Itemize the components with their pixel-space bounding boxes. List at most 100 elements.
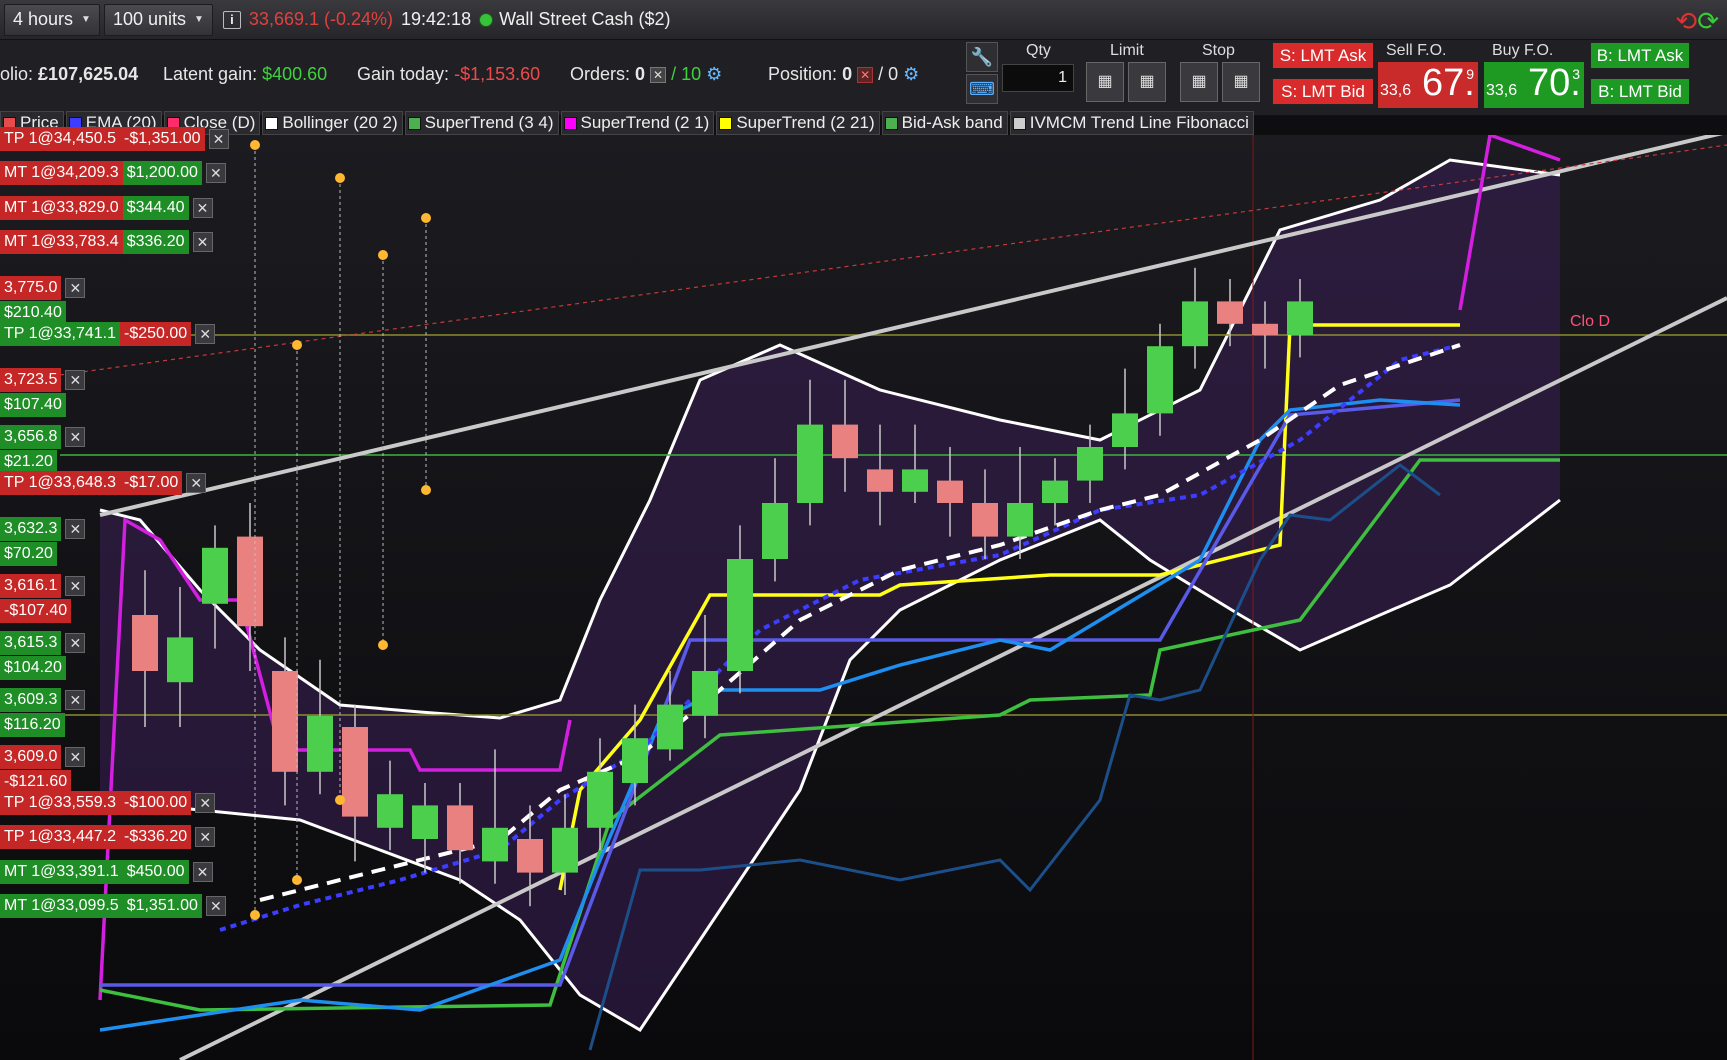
wrench-icon[interactable]: 🔧 — [966, 42, 998, 72]
order-tag[interactable]: TP 1@33,447.2 -$336.20 ✕ — [0, 825, 216, 849]
order-dot — [335, 795, 345, 805]
refresh-icon[interactable]: ⟲⟳ — [1675, 6, 1719, 37]
cancel-order-icon[interactable]: ✕ — [65, 633, 86, 653]
order-tag[interactable]: TP 1@34,450.5 -$1,351.00 ✕ — [0, 127, 229, 151]
orders-settings-icon[interactable]: ⚙ — [706, 64, 722, 84]
cancel-order-icon[interactable]: ✕ — [195, 324, 216, 344]
legend-item[interactable]: SuperTrend (2 1) — [560, 111, 715, 135]
stop-sell-button[interactable]: ▦ — [1180, 62, 1218, 102]
order-tag[interactable]: 3,656.8 ✕ — [0, 425, 86, 449]
cancel-order-icon[interactable]: ✕ — [208, 129, 229, 149]
legend-swatch — [1012, 116, 1026, 130]
cancel-order-icon[interactable]: ✕ — [192, 232, 213, 252]
legend-item[interactable]: SuperTrend (2 21) — [716, 111, 880, 135]
limit-buy-button[interactable]: ▦ — [1128, 62, 1166, 102]
qty-input[interactable] — [1002, 64, 1074, 92]
order-tag[interactable]: 3,609.0 ✕ — [0, 745, 86, 769]
order-tag[interactable]: 3,775.0 ✕ — [0, 276, 86, 300]
order-tag[interactable]: TP 1@33,741.1 -$250.00 ✕ — [0, 322, 216, 346]
order-tag[interactable]: 3,723.5 ✕ — [0, 368, 86, 392]
cancel-order-icon[interactable]: ✕ — [65, 747, 86, 767]
order-tag-label: TP 1@34,450.5 — [0, 127, 121, 151]
order-tag[interactable]: 3,615.3 ✕ — [0, 631, 86, 655]
candle-body — [587, 771, 613, 828]
limit-label: Limit — [1110, 42, 1144, 59]
orders-label: Orders: — [570, 64, 631, 84]
order-tag[interactable]: MT 1@33,783.4 $336.20 ✕ — [0, 230, 213, 254]
stop-label: Stop — [1202, 42, 1235, 59]
cancel-order-icon[interactable]: ✕ — [205, 896, 226, 916]
candle-body — [377, 794, 403, 828]
order-tag[interactable]: MT 1@33,099.5 $1,351.00 ✕ — [0, 894, 226, 918]
legend-item[interactable]: IVMCM Trend Line Fibonacci — [1009, 111, 1254, 135]
cancel-order-icon[interactable]: ✕ — [205, 163, 226, 183]
order-tag-label: TP 1@33,741.1 — [0, 322, 121, 346]
cancel-order-icon[interactable]: ✕ — [65, 427, 86, 447]
order-tag-label: 3,723.5 — [0, 368, 62, 392]
candle-body — [552, 827, 578, 873]
order-tag[interactable]: 3,609.3 ✕ — [0, 688, 86, 712]
cancel-order-icon[interactable]: ✕ — [65, 278, 86, 298]
keyboard-icon[interactable]: ⌨ — [966, 74, 998, 104]
sell-limit-ask-button[interactable]: S: LMT Ask — [1272, 42, 1374, 69]
buy-limit-bid-button[interactable]: B: LMT Bid — [1590, 78, 1690, 105]
timeframe-dropdown[interactable]: 4 hours ▼ — [4, 3, 100, 36]
order-tag-pl: $1,351.00 — [122, 894, 202, 918]
order-tag[interactable]: 3,616.1 ✕ — [0, 574, 86, 598]
legend-swatch — [563, 116, 577, 130]
stop-buy-button[interactable]: ▦ — [1222, 62, 1260, 102]
orders-total: / 10 — [671, 64, 702, 84]
buy-price-pip: 3 — [1572, 66, 1580, 82]
cancel-order-icon[interactable]: ✕ — [65, 519, 86, 539]
close-position-icon[interactable]: ✕ — [857, 67, 874, 84]
position-settings-icon[interactable]: ⚙ — [903, 64, 919, 84]
order-tag[interactable]: TP 1@33,559.3 -$100.00 ✕ — [0, 791, 216, 815]
candle-body — [902, 469, 928, 492]
order-tag[interactable]: TP 1@33,648.3 -$17.00 ✕ — [0, 471, 207, 495]
legend-item[interactable]: Bollinger (20 2) — [262, 111, 403, 135]
position-count: 0 — [842, 64, 853, 84]
order-tag[interactable]: $104.20 — [0, 656, 66, 680]
legend-item[interactable]: Bid-Ask band — [881, 111, 1008, 135]
order-dot — [292, 875, 302, 885]
order-tag-label: TP 1@33,559.3 — [0, 791, 121, 815]
limit-sell-button[interactable]: ▦ — [1086, 62, 1124, 102]
cancel-order-icon[interactable]: ✕ — [192, 862, 213, 882]
order-tag[interactable]: $107.40 — [0, 393, 66, 417]
order-tag-label: MT 1@34,209.3 — [0, 161, 123, 185]
order-tag-pl: -$250.00 — [120, 322, 192, 346]
order-tag-label: $107.40 — [0, 393, 66, 417]
sell-limit-bid-button[interactable]: S: LMT Bid — [1272, 78, 1374, 105]
price-chart[interactable] — [0, 135, 1727, 1060]
portfolio-label: olio: — [0, 64, 34, 84]
order-tag[interactable]: MT 1@33,391.1 $450.00 ✕ — [0, 860, 213, 884]
buy-fo-button[interactable]: 33,6 70. 3 — [1484, 62, 1584, 108]
order-tag[interactable]: $116.20 — [0, 713, 65, 737]
order-tag[interactable]: $70.20 — [0, 542, 57, 566]
cancel-orders-icon[interactable]: ✕ — [650, 67, 667, 84]
candle-body — [1217, 301, 1243, 324]
gain-today-stat: Gain today: -$1,153.60 — [357, 64, 540, 85]
cancel-order-icon[interactable]: ✕ — [195, 793, 216, 813]
order-tag[interactable]: 3,632.3 ✕ — [0, 517, 86, 541]
candle-body — [692, 671, 718, 716]
cancel-order-icon[interactable]: ✕ — [192, 198, 213, 218]
order-tag[interactable]: MT 1@34,209.3 $1,200.00 ✕ — [0, 161, 226, 185]
order-tag-label: MT 1@33,783.4 — [0, 230, 123, 254]
info-icon[interactable]: i — [222, 10, 241, 29]
order-tag[interactable]: -$107.40 — [0, 599, 72, 623]
legend-item[interactable]: SuperTrend (3 4) — [404, 111, 559, 135]
cancel-order-icon[interactable]: ✕ — [65, 690, 86, 710]
order-tag[interactable]: MT 1@33,829.0 $344.40 ✕ — [0, 196, 213, 220]
buy-limit-ask-button[interactable]: B: LMT Ask — [1590, 42, 1690, 69]
size-dropdown[interactable]: 100 units ▼ — [103, 3, 213, 36]
order-tag-label: $104.20 — [0, 656, 66, 680]
cancel-order-icon[interactable]: ✕ — [65, 576, 86, 596]
order-tag-pl: $1,200.00 — [122, 161, 202, 185]
cancel-order-icon[interactable]: ✕ — [195, 827, 216, 847]
cancel-order-icon[interactable]: ✕ — [65, 370, 86, 390]
sell-fo-button[interactable]: 33,6 67. 9 — [1378, 62, 1478, 108]
cancel-order-icon[interactable]: ✕ — [186, 473, 207, 493]
candle-body — [727, 559, 753, 671]
gain-today-label: Gain today: — [357, 64, 450, 84]
